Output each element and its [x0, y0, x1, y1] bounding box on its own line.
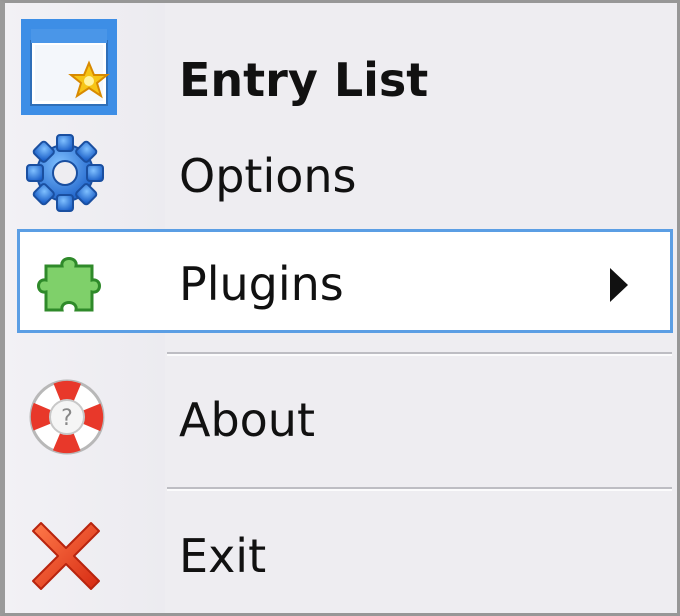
menu-item-label: Plugins [179, 257, 344, 311]
gear-icon [25, 133, 105, 217]
submenu-arrow-icon [610, 268, 628, 302]
svg-text:?: ? [61, 406, 73, 431]
menu-item-about[interactable]: ? About [17, 365, 673, 475]
new-window-icon [21, 19, 117, 119]
red-x-icon [27, 517, 105, 599]
menu-item-options[interactable]: Options [17, 123, 673, 223]
menu-item-label: Entry List [179, 53, 429, 107]
menu-item-plugins[interactable]: Plugins [17, 229, 673, 333]
menu-item-entry-list[interactable]: Entry List [17, 17, 673, 117]
menu-item-label: About [179, 393, 316, 447]
puzzle-piece-icon [30, 250, 106, 320]
menu-separator [167, 352, 672, 356]
context-menu: Entry List Options Plugins ? About Exit [0, 0, 680, 616]
menu-item-exit[interactable]: Exit [17, 503, 673, 607]
menu-item-label: Exit [179, 529, 267, 583]
lifebuoy-help-icon: ? [25, 375, 109, 463]
menu-item-label: Options [179, 149, 357, 203]
menu-separator [167, 487, 672, 491]
